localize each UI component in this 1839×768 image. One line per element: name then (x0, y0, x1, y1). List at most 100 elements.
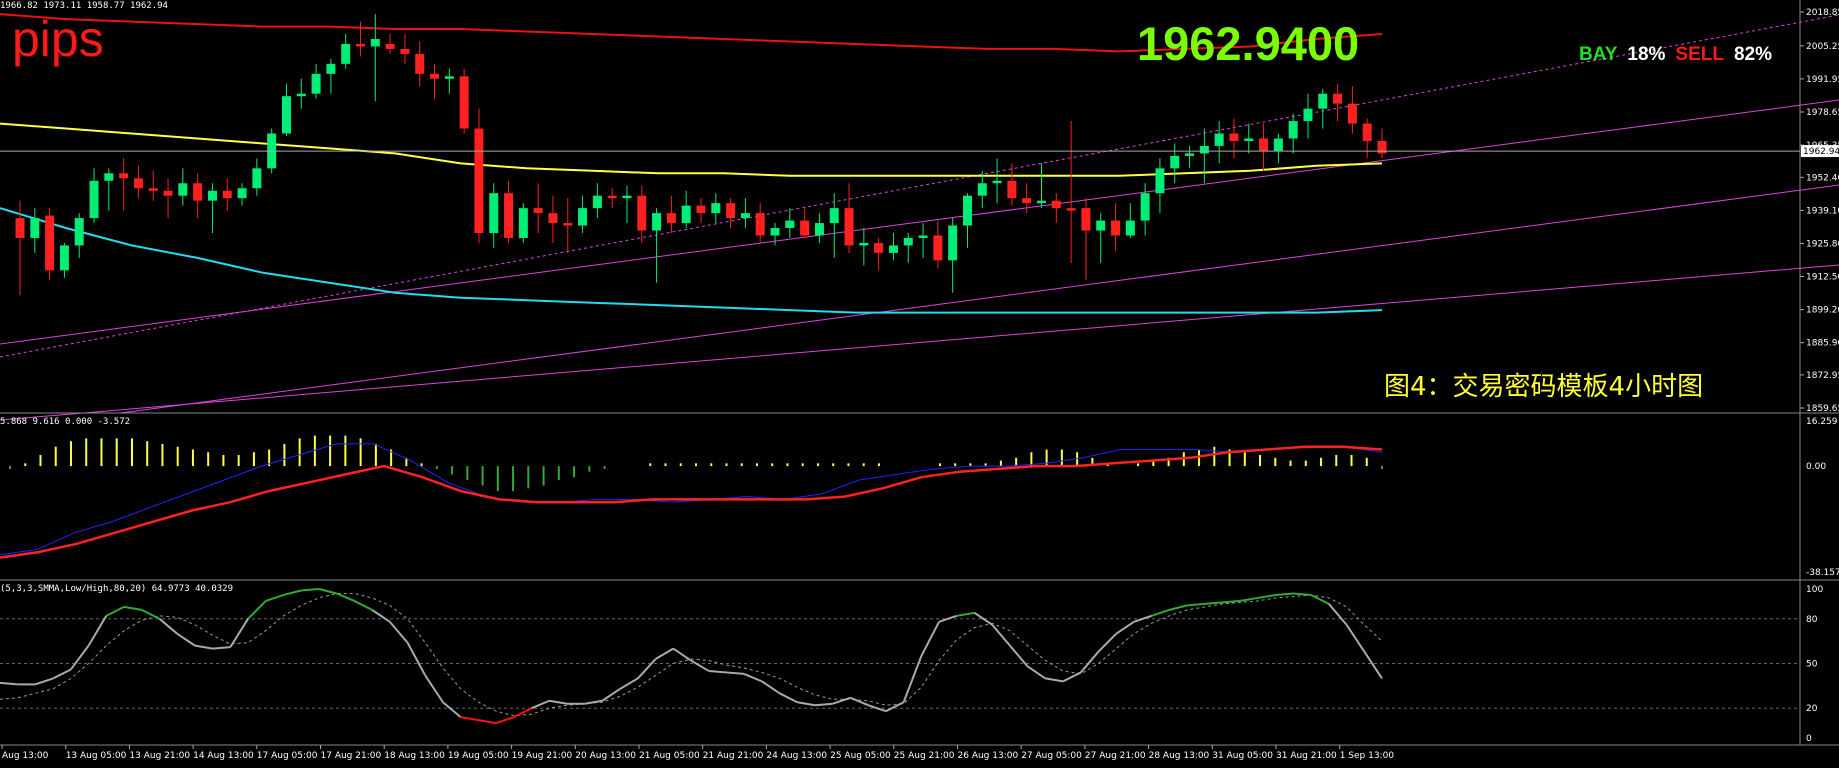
stochastic-main-segment (212, 646, 231, 650)
price-tick-label: 1872.95 (1806, 371, 1839, 381)
candle-body (622, 195, 632, 199)
stochastic-main-segment (123, 605, 142, 611)
stochastic-main-segment (1257, 593, 1276, 599)
candle-body (1244, 138, 1254, 141)
candle-body (888, 245, 898, 253)
candle-body (281, 96, 291, 134)
candle-body (104, 173, 114, 181)
candle-body (1214, 133, 1224, 146)
price-tick-label: 1859.65 (1806, 404, 1839, 414)
stochastic-main-segment (655, 647, 674, 660)
channel-line (0, 14, 1839, 358)
stochastic-main-segment (1080, 650, 1100, 674)
price-tick-label: 2018.85 (1806, 8, 1839, 18)
price-tick-label: 1965.35 (1806, 141, 1839, 151)
buy-percent: 18% (1627, 44, 1666, 65)
stochastic-main-segment (318, 588, 337, 595)
candle-body (1362, 123, 1372, 141)
stochastic-main-segment (1204, 601, 1223, 605)
stochastic-main-segment (885, 701, 905, 713)
time-tick-label: 27 Aug 21:00 (1085, 751, 1146, 761)
stochastic-main-segment (52, 668, 72, 680)
stochastic-tick-label: 50 (1806, 660, 1818, 670)
time-tick-label: 19 Aug 21:00 (512, 751, 573, 761)
stochastic-tick-label: 20 (1806, 704, 1818, 714)
candle-body (948, 225, 958, 261)
candle-body (296, 93, 306, 97)
candle-body (311, 73, 321, 94)
candle-body (755, 213, 765, 236)
candle-body (370, 38, 380, 47)
stochastic-main-segment (1275, 592, 1294, 596)
candle-body (415, 53, 425, 74)
candle-body (1347, 103, 1357, 124)
candle-body (1096, 220, 1106, 231)
stochastic-main-segment (779, 692, 798, 704)
stochastic-panel[interactable] (0, 588, 1800, 725)
stochastic-main-segment (1097, 632, 1117, 653)
price-tick-label: 1899.20 (1806, 306, 1839, 316)
stochastic-tick-label: 80 (1806, 615, 1818, 625)
stochastic-main-segment (991, 624, 1011, 647)
macd-panel[interactable] (0, 435, 1383, 559)
stochastic-main-segment (406, 642, 427, 676)
candle-body (74, 218, 84, 246)
price-tick-label: 1885.90 (1806, 339, 1839, 349)
stochastic-main-segment (1009, 644, 1029, 668)
candle-body (666, 213, 676, 224)
candle-body (222, 190, 232, 199)
stochastic-params: (5,3,3,SMMA,Low/High,80,20) 64.9773 40.0… (0, 584, 233, 594)
candle-body (1022, 198, 1032, 204)
candle-body (1333, 93, 1343, 104)
sell-percent: 82% (1733, 44, 1772, 65)
stochastic-main-segment (1345, 624, 1366, 653)
candle-body (1155, 168, 1165, 194)
stochastic-main-segment (726, 671, 745, 675)
stochastic-main-segment (265, 594, 284, 602)
candle-body (637, 195, 647, 231)
stochastic-main-segment (0, 681, 18, 686)
buy-label: BAY (1579, 44, 1618, 65)
time-tick-label: 25 Aug 05:00 (830, 751, 891, 761)
stochastic-main-segment (371, 609, 391, 623)
price-tick-label: 2005.25 (1806, 42, 1839, 52)
candle-body (548, 213, 558, 224)
candle-body (45, 215, 55, 271)
time-tick-label: 19 Aug 05:00 (448, 751, 509, 761)
time-tick-label: 31 Aug 05:00 (1212, 751, 1273, 761)
candle-body (1051, 200, 1061, 209)
stochastic-main-segment (690, 659, 710, 672)
stochastic-signal-line (0, 593, 1383, 717)
stochastic-main-segment (70, 645, 90, 671)
price-tick-label: 1912.50 (1806, 273, 1839, 283)
time-tick-label: Aug 13:00 (2, 751, 49, 761)
stochastic-main-segment (1310, 594, 1330, 605)
time-tick-label: 21 Aug 21:00 (703, 751, 764, 761)
candle-body (252, 168, 262, 189)
figure-caption: 图4：交易密码模板4小时图 (1384, 372, 1704, 402)
candle-body (533, 208, 543, 214)
candle-body (15, 218, 25, 238)
candle-body (518, 208, 528, 238)
stochastic-main-segment (336, 592, 355, 602)
stochastic-main-segment (1062, 671, 1082, 683)
stochastic-main-segment (549, 699, 568, 705)
time-tick-label: 18 Aug 13:00 (384, 751, 445, 761)
candle-body (459, 76, 469, 129)
stochastic-main-segment (176, 632, 196, 647)
time-tick-label: 17 Aug 21:00 (321, 751, 382, 761)
macd-tick-label: 16.259 (1806, 417, 1838, 427)
stochastic-main-segment (1027, 665, 1046, 680)
stochastic-main-segment (247, 600, 267, 620)
price-panel[interactable]: 1962.94 (0, 13, 1839, 421)
stochastic-main-segment (973, 612, 993, 626)
candle-body (1140, 193, 1150, 221)
stochastic-main-segment (708, 669, 727, 674)
stochastic-main-segment (105, 605, 125, 617)
candle-body (652, 213, 662, 231)
candle-body (607, 195, 617, 199)
stochastic-main-segment (35, 677, 54, 686)
candle-body (1081, 208, 1091, 231)
candle-body (1066, 208, 1076, 211)
price-tick-label: 1925.80 (1806, 239, 1839, 249)
